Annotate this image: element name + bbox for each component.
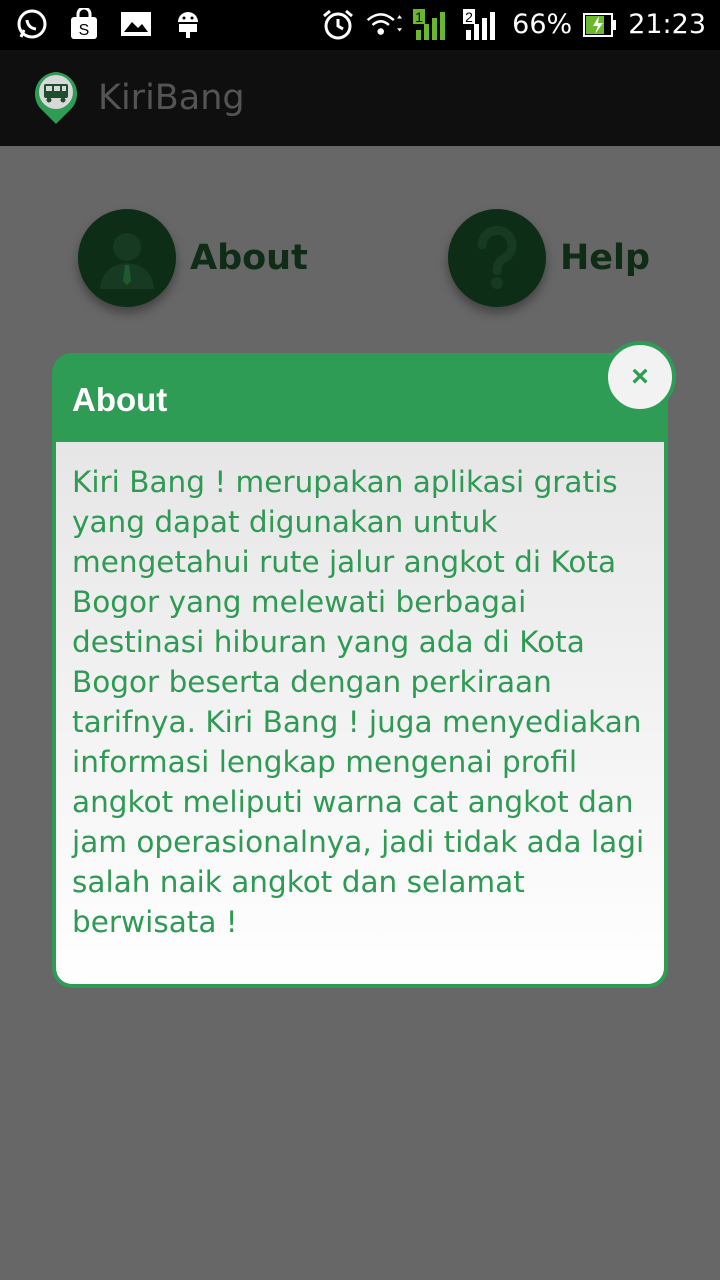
notification-icons: S — [14, 6, 206, 42]
dialog-body-text: Kiri Bang ! merupakan aplikasi gratis ya… — [72, 465, 645, 939]
close-icon: × — [631, 360, 649, 393]
alarm-icon — [320, 7, 356, 43]
about-menu-label: About — [190, 238, 308, 278]
status-bar: S 1 2 66% 21:23 — [0, 0, 720, 50]
app-logo-icon — [32, 70, 80, 126]
app-title: KiriBang — [98, 78, 245, 118]
clock: 21:23 — [628, 9, 706, 40]
dialog-title: About — [72, 381, 168, 418]
whatsapp-icon — [14, 6, 50, 42]
shopping-bag-icon: S — [66, 6, 102, 42]
gallery-icon — [118, 6, 154, 42]
battery-percent: 66% — [512, 9, 573, 40]
svg-text:S: S — [79, 22, 90, 39]
battery-charging-icon — [582, 7, 618, 43]
wifi-icon — [366, 7, 403, 43]
android-icon — [170, 6, 206, 42]
signal-icon-sim1: 1 — [412, 7, 452, 43]
person-icon — [78, 209, 176, 307]
app-bar: KiriBang — [0, 50, 720, 146]
close-button[interactable]: × — [604, 341, 676, 413]
system-icons: 1 2 66% 21:23 — [320, 6, 706, 44]
dialog-body: Kiri Bang ! merupakan aplikasi gratis ya… — [56, 442, 664, 984]
question-icon — [448, 209, 546, 307]
about-menu-item[interactable]: About — [78, 208, 308, 308]
help-menu-label: Help — [560, 238, 651, 278]
svg-text:1: 1 — [415, 9, 423, 25]
about-dialog: About Kiri Bang ! merupakan aplikasi gra… — [52, 353, 668, 988]
help-menu-item[interactable]: Help — [448, 208, 650, 308]
signal-icon-sim2: 2 — [462, 7, 502, 43]
svg-text:2: 2 — [465, 9, 473, 25]
